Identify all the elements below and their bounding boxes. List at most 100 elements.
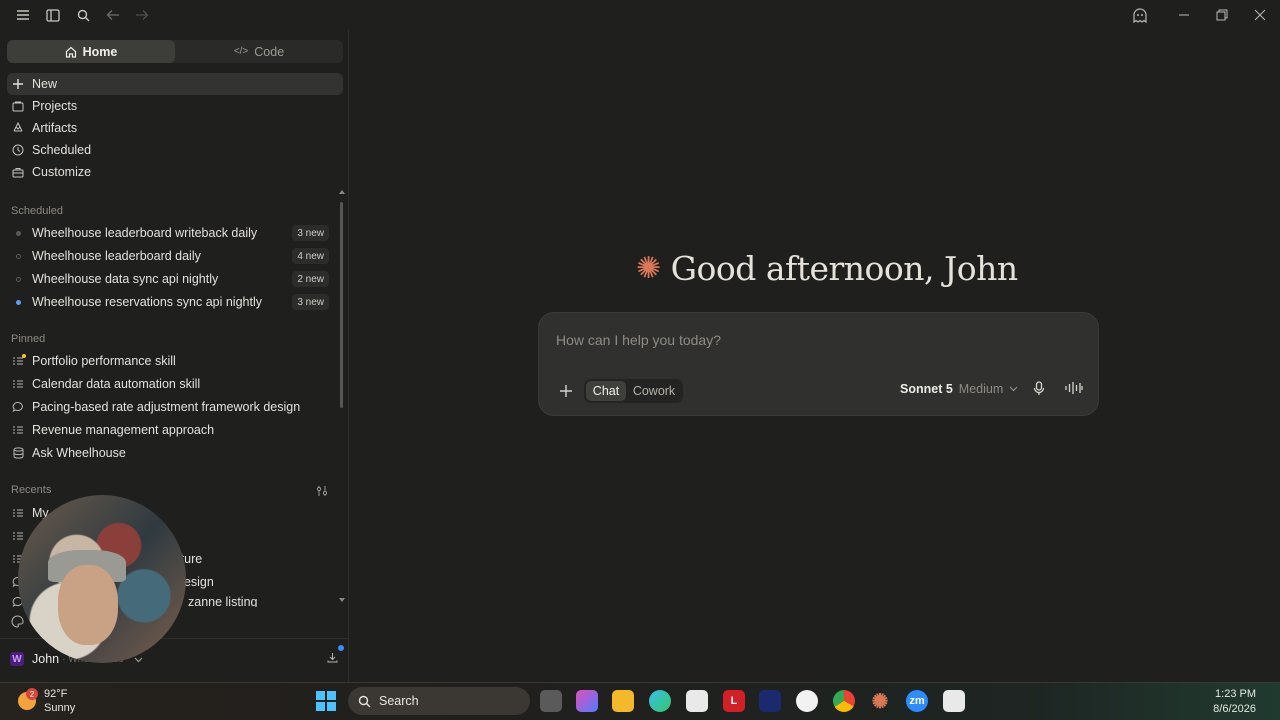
- prompt-input[interactable]: How can I help you today?: [556, 332, 721, 348]
- file-explorer-icon[interactable]: [612, 690, 634, 712]
- tab-code[interactable]: </> Code: [175, 40, 343, 63]
- pinned-item[interactable]: Calendar data automation skill: [7, 374, 333, 394]
- back-arrow-icon[interactable]: [104, 6, 122, 24]
- greeting-heading: ✺ Good afternoon, John: [636, 248, 1018, 288]
- atom-app-icon[interactable]: [796, 690, 818, 712]
- org-avatar: W: [10, 652, 24, 666]
- search-label: Search: [379, 694, 419, 708]
- forward-arrow-icon[interactable]: [133, 6, 151, 24]
- voice-mode-icon[interactable]: [1065, 381, 1083, 398]
- microphone-icon[interactable]: [1033, 381, 1045, 399]
- pinned-item-label: Pacing-based rate adjustment framework d…: [32, 400, 301, 414]
- model-selector[interactable]: Sonnet 5 Medium: [900, 382, 1018, 396]
- pinned-item-label: Portfolio performance skill: [32, 354, 176, 368]
- add-attachment-button[interactable]: [556, 381, 576, 401]
- sidebar-item-projects[interactable]: Projects: [7, 95, 343, 117]
- new-count-badge: 2 new: [292, 271, 329, 287]
- user-name: John: [32, 652, 60, 666]
- scheduled-item[interactable]: Wheelhouse leaderboard writeback daily 3…: [7, 223, 333, 243]
- lastpass-icon[interactable]: L: [723, 690, 745, 712]
- new-count-badge: 4 new: [292, 248, 329, 264]
- chevron-down-icon: [1009, 386, 1018, 392]
- pinned-item-label: Ask Wheelhouse: [32, 446, 126, 460]
- taskbar-search[interactable]: Search: [348, 687, 530, 715]
- pinned-item-label: Revenue management approach: [32, 423, 215, 437]
- sidebar-item-customize[interactable]: Customize: [7, 161, 343, 183]
- pinned-item[interactable]: Portfolio performance skill: [7, 351, 333, 371]
- pinned-item[interactable]: Pacing-based rate adjustment framework d…: [7, 397, 333, 417]
- checklist-icon: [11, 354, 26, 368]
- home-icon: [65, 46, 76, 58]
- edge-browser-icon[interactable]: [649, 690, 671, 712]
- prompt-composer[interactable]: How can I help you today? Chat Cowork So…: [538, 312, 1099, 416]
- minimize-icon[interactable]: [1174, 6, 1194, 24]
- clock-icon: [11, 143, 25, 157]
- scheduled-item[interactable]: Wheelhouse reservations sync api nightly…: [7, 292, 333, 312]
- zoom-icon[interactable]: zm: [906, 690, 928, 712]
- tab-home-label: Home: [82, 44, 118, 59]
- checklist-icon: [11, 423, 25, 437]
- download-icon[interactable]: [327, 645, 344, 664]
- tab-code-label: Code: [254, 44, 285, 59]
- mode-chat-button[interactable]: Chat: [586, 381, 626, 401]
- menu-icon[interactable]: [14, 6, 32, 24]
- sidebar-item-label: Scheduled: [32, 143, 92, 157]
- plus-icon: [560, 385, 572, 397]
- webcam-overlay: [18, 495, 186, 663]
- new-count-badge: 3 new: [292, 294, 329, 310]
- recent-item-label: zanne listing: [188, 595, 258, 607]
- sidebar-item-artifacts[interactable]: Artifacts: [7, 117, 343, 139]
- weather-desc: Sunny: [44, 702, 76, 714]
- restore-icon[interactable]: [1212, 6, 1232, 24]
- sidebar-scroll-thumb[interactable]: [340, 202, 343, 408]
- user-account-button[interactable]: W John · Wheelhouse: [10, 650, 340, 668]
- chat-bubble-icon: [11, 400, 25, 414]
- projects-icon: [11, 99, 25, 113]
- claude-app-window: Home </> Code New Projects Artifacts Sch…: [0, 0, 1280, 682]
- pinned-item[interactable]: Ask Wheelhouse: [7, 443, 333, 463]
- weather-widget[interactable]: 2 92°F Sunny: [18, 687, 75, 715]
- tab-home[interactable]: Home: [7, 40, 175, 63]
- checklist-icon: [11, 506, 25, 520]
- microsoft-365-icon[interactable]: [576, 690, 598, 712]
- scheduled-section-title: Scheduled: [11, 205, 63, 217]
- weather-temp: 92°F: [44, 688, 68, 700]
- palette-icon[interactable]: [11, 615, 24, 633]
- code-icon: </>: [233, 46, 249, 57]
- microsoft-store-icon[interactable]: [686, 690, 708, 712]
- sidebar-item-new[interactable]: New: [7, 73, 343, 95]
- greeting-text: Good afternoon, John: [670, 248, 1019, 288]
- status-dot-icon: [11, 226, 25, 240]
- pinned-item[interactable]: Revenue management approach: [7, 420, 333, 440]
- filter-sliders-icon[interactable]: [316, 484, 330, 496]
- scheduled-item-label: Wheelhouse reservations sync api nightly: [32, 295, 262, 309]
- system-clock[interactable]: 1:23 PM 8/6/2026: [1213, 687, 1256, 717]
- pinned-item-label: Calendar data automation skill: [32, 377, 201, 391]
- effort-level: Medium: [958, 382, 1004, 396]
- status-dot-icon: [11, 295, 25, 309]
- security-app-icon[interactable]: [759, 690, 781, 712]
- new-count-badge: 3 new: [292, 225, 329, 241]
- windows-start-icon[interactable]: [316, 691, 336, 711]
- mode-switch: Chat Cowork: [584, 379, 683, 403]
- sun-icon: 2: [18, 688, 38, 710]
- sidebar-item-scheduled[interactable]: Scheduled: [7, 139, 343, 161]
- close-icon[interactable]: [1250, 6, 1270, 24]
- search-icon[interactable]: [74, 6, 92, 24]
- task-view-icon[interactable]: [540, 690, 562, 712]
- pinned-section-title: Pinned: [11, 333, 46, 345]
- sidebar-item-label: Customize: [32, 165, 92, 179]
- claude-spark-icon: ✺: [636, 250, 661, 286]
- checklist-icon: [11, 377, 25, 391]
- artifacts-icon: [11, 121, 25, 135]
- scheduled-item[interactable]: Wheelhouse data sync api nightly 2 new: [7, 269, 333, 289]
- sidebar-toggle-icon[interactable]: [44, 6, 62, 24]
- snipping-tool-icon[interactable]: [943, 690, 965, 712]
- claude-app-icon[interactable]: ✺: [869, 690, 891, 713]
- scheduled-item[interactable]: Wheelhouse leaderboard daily 4 new: [7, 246, 333, 266]
- chrome-icon[interactable]: [833, 690, 855, 712]
- mode-cowork-button[interactable]: Cowork: [628, 381, 680, 401]
- title-bar: [0, 0, 1280, 30]
- ghost-icon[interactable]: [1130, 6, 1150, 24]
- windows-taskbar: 2 92°F Sunny Search L ✺ zm 1:23 PM 8/6/2…: [0, 682, 1280, 720]
